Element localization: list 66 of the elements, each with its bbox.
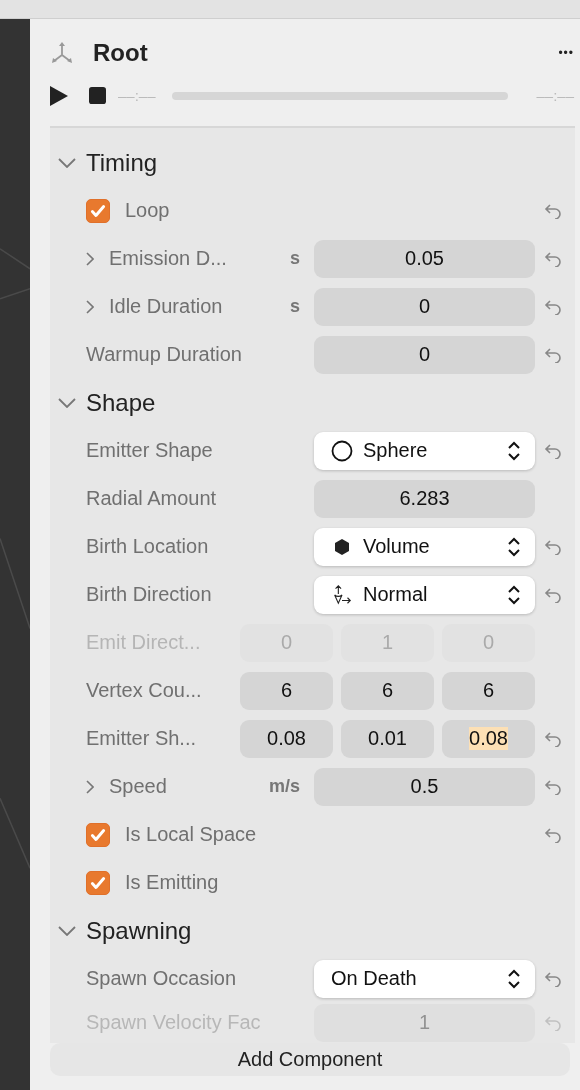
number-field[interactable]: 6 (240, 671, 333, 710)
unit-label: s (290, 248, 300, 270)
chevron-icon[interactable] (58, 925, 76, 936)
field-label: Vertex Cou... (86, 679, 203, 703)
checkbox[interactable] (86, 870, 110, 895)
field-label: Speed (109, 775, 167, 799)
section-title[interactable]: Spawning (86, 916, 192, 945)
play-icon[interactable] (50, 85, 68, 106)
field-label: Is Emitting (125, 871, 219, 895)
reset-icon[interactable] (544, 538, 562, 555)
end-time: ––:–– (536, 87, 574, 105)
number-field[interactable]: 0 (314, 335, 535, 374)
dropdown[interactable]: On Death (314, 959, 535, 998)
reset-icon[interactable] (544, 586, 562, 603)
unit-label: m/s (268, 776, 300, 798)
number-field[interactable]: 6 (442, 671, 535, 710)
section-title[interactable]: Shape (86, 388, 156, 417)
chevron-icon[interactable] (58, 157, 76, 168)
dropdown[interactable]: Volume (314, 527, 535, 566)
dropdown[interactable]: Normal (314, 575, 535, 614)
reset-icon[interactable] (544, 202, 562, 219)
field-label: Idle Duration (109, 295, 223, 319)
chevron-icon[interactable] (86, 779, 94, 794)
direction-icon (331, 583, 353, 606)
field-label: Birth Location (86, 535, 209, 559)
start-time: ––:–– (118, 87, 156, 105)
field-label: Warmup Duration (86, 343, 242, 367)
axes-icon (50, 41, 74, 65)
checkbox[interactable] (86, 822, 110, 847)
timeline-slider[interactable] (171, 91, 509, 100)
number-field[interactable]: 0.05 (314, 239, 535, 278)
chevron-icon[interactable] (58, 397, 76, 408)
number-field[interactable]: 0.08 (240, 719, 333, 758)
field-label: Is Local Space (125, 823, 257, 847)
more-button[interactable]: ••• (558, 46, 574, 60)
number-field[interactable]: 0.08 (442, 719, 535, 758)
chevron-icon[interactable] (86, 299, 94, 314)
reset-icon[interactable] (544, 346, 562, 363)
reset-icon[interactable] (544, 250, 562, 267)
section-title[interactable]: Timing (86, 148, 158, 177)
unit-label: s (290, 296, 300, 318)
reset-icon[interactable] (544, 970, 562, 987)
panel-title: Root (93, 39, 148, 67)
reset-icon[interactable] (544, 826, 562, 843)
number-field[interactable]: 0 (314, 287, 535, 326)
reset-icon[interactable] (544, 778, 562, 795)
field-label: Radial Amount (86, 487, 217, 511)
number-field[interactable]: 6 (341, 671, 434, 710)
reset-icon[interactable] (544, 298, 562, 315)
checkbox[interactable] (86, 198, 110, 223)
add-component-button[interactable]: Add Component (50, 1042, 570, 1076)
number-field[interactable]: 6.283 (314, 479, 535, 518)
number-field[interactable]: 0.5 (314, 767, 535, 806)
number-field[interactable]: 0.01 (341, 719, 434, 758)
field-label: Loop (125, 199, 170, 223)
field-label: Spawn Occasion (86, 967, 237, 991)
field-label: Birth Direction (86, 583, 212, 607)
stop-icon[interactable] (89, 87, 106, 105)
reset-icon[interactable] (544, 730, 562, 747)
chevron-icon[interactable] (86, 251, 94, 266)
circle-icon (331, 439, 353, 462)
reset-icon[interactable] (544, 442, 562, 459)
dropdown[interactable]: Sphere (314, 431, 535, 470)
field-label: Emitter Sh... (86, 727, 198, 751)
field-label: Emission D... (109, 247, 227, 271)
field-label: Emitter Shape (86, 439, 213, 463)
